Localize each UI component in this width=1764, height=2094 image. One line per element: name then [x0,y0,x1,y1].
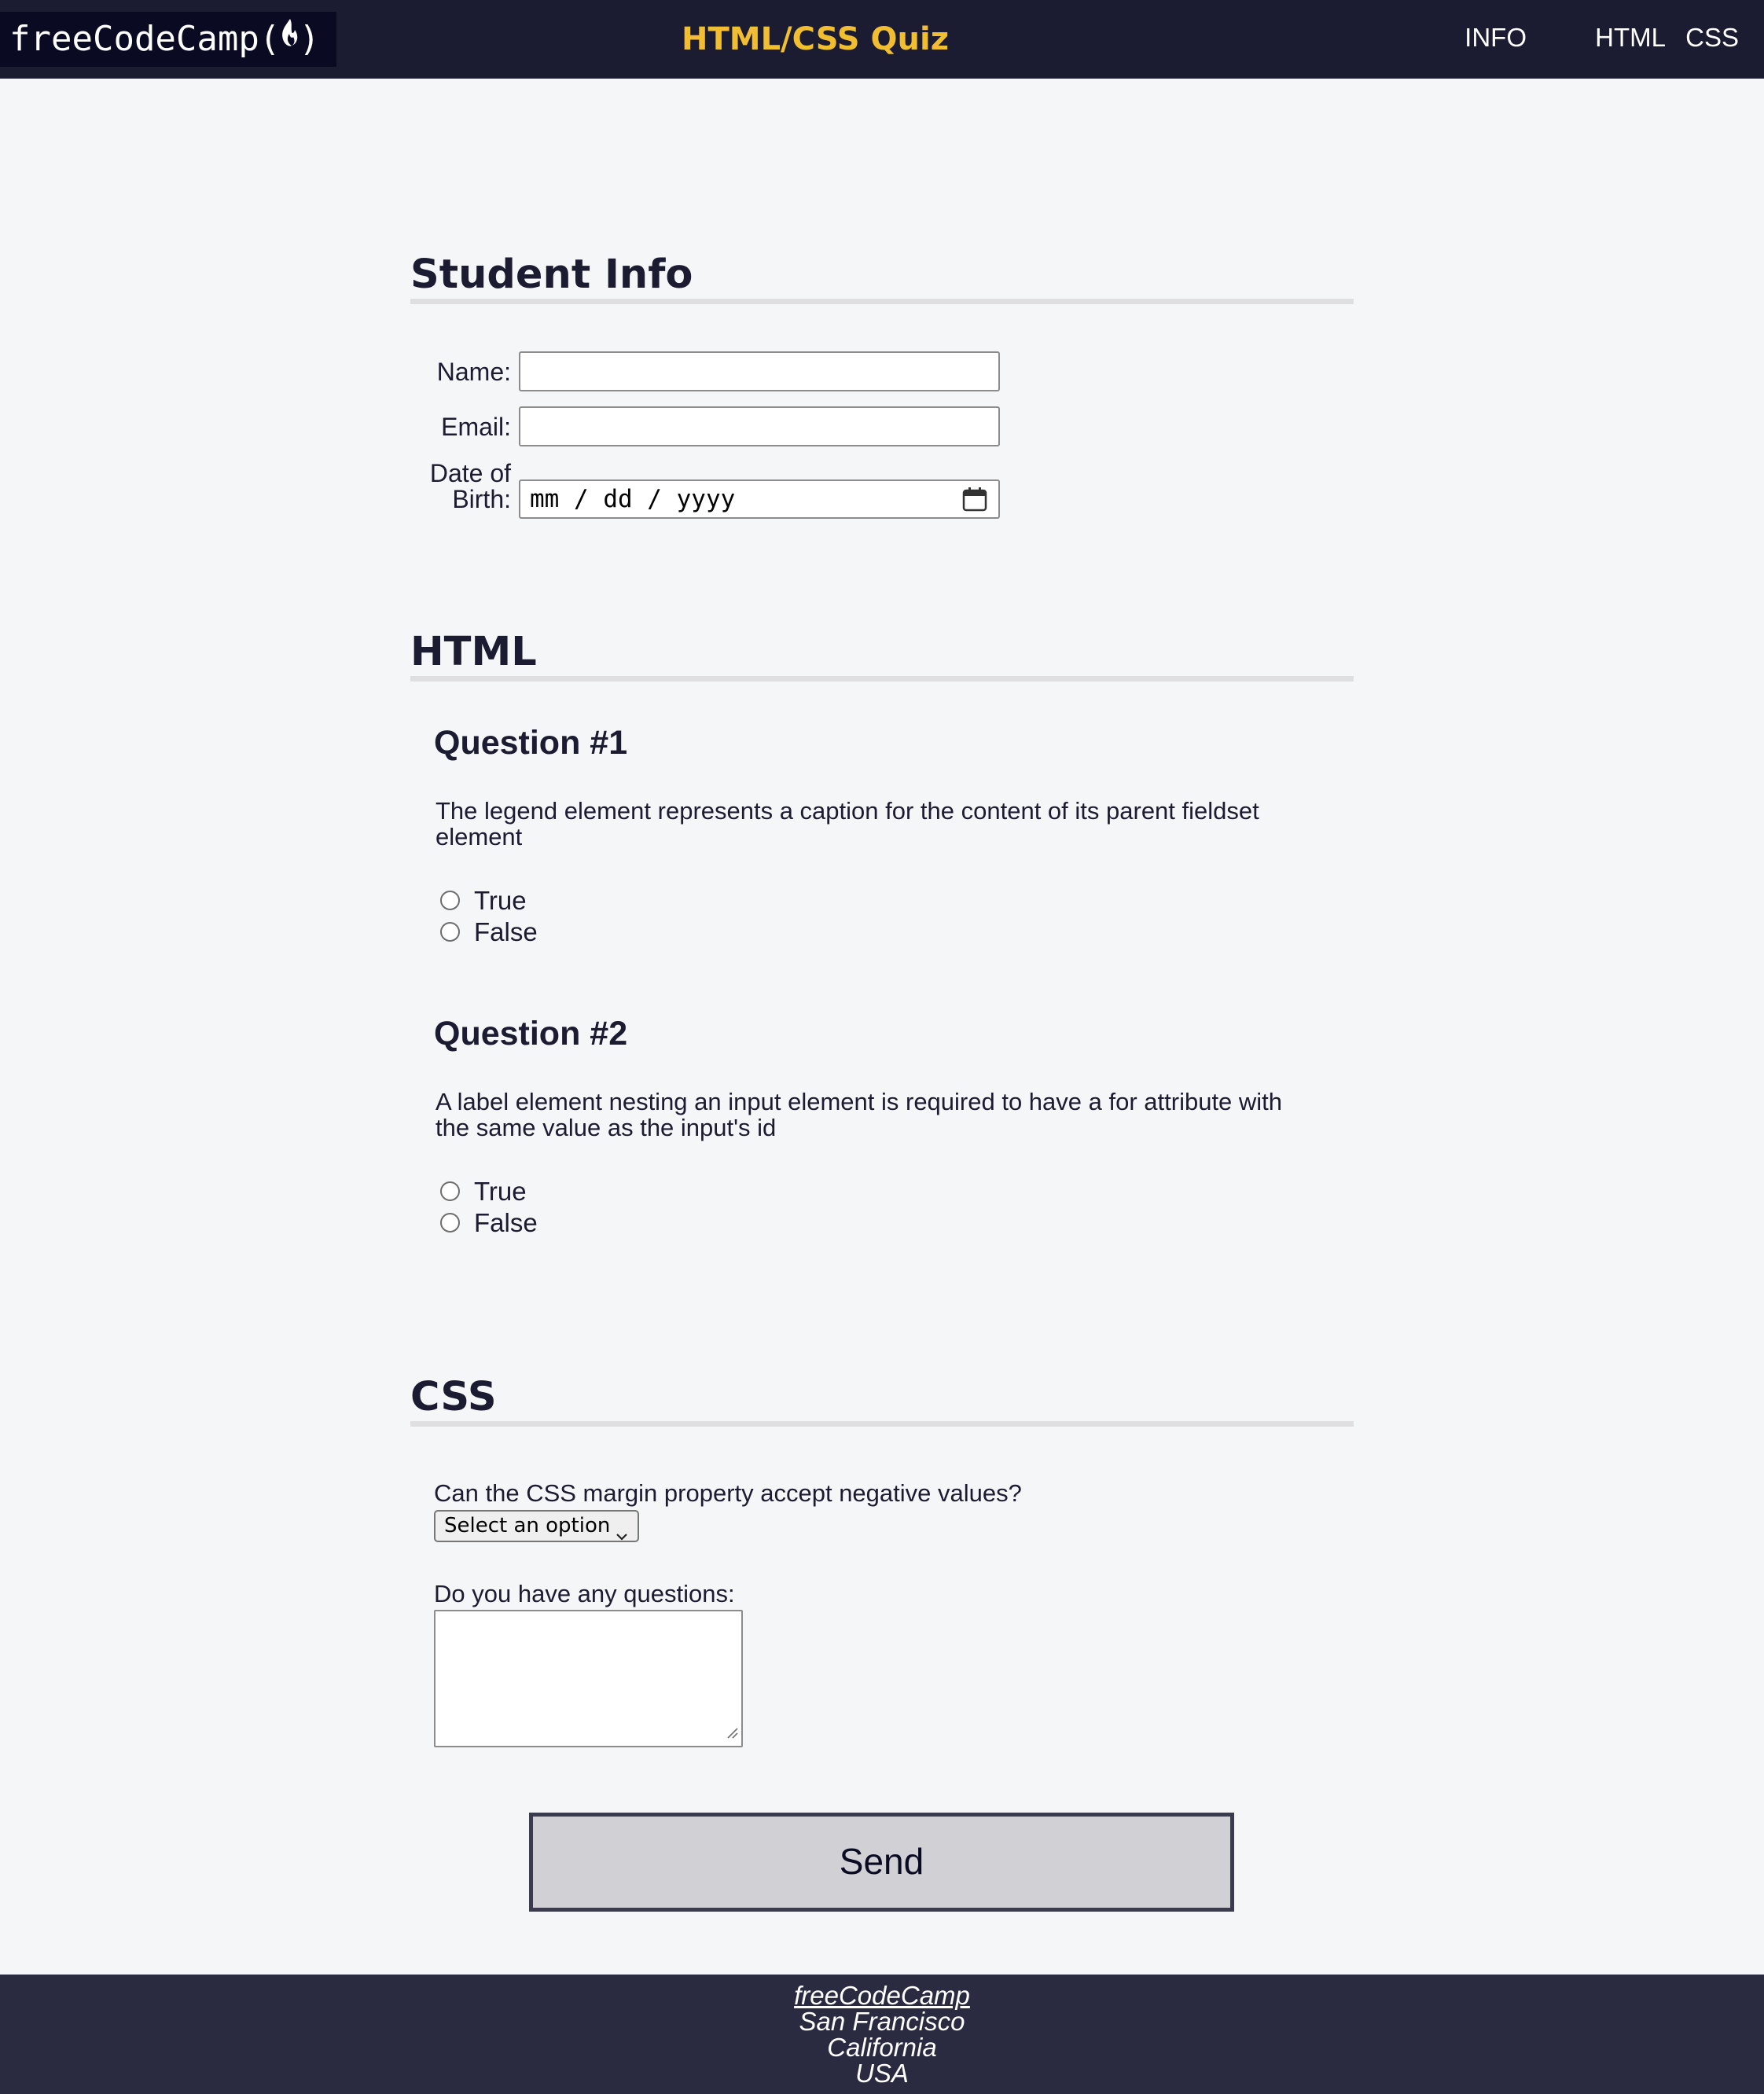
footer-country: USA [855,2059,909,2088]
footer-state: California [827,2033,937,2062]
page-title: HTML/CSS Quiz [682,21,949,57]
name-input[interactable] [519,351,1000,391]
email-input[interactable] [519,406,1000,446]
questions-textarea-label: Do you have any questions: [434,1580,735,1607]
footer-freecodecamp-link[interactable]: freeCodeCamp [794,1981,970,2010]
css-select-question: Can the CSS margin property accept negat… [434,1479,1022,1507]
dob-label-line1: Date of [429,459,511,487]
question-1-text-line2: element [435,823,523,850]
student-info-heading: Student Info [410,252,1354,304]
name-label: Name: [436,358,511,386]
question-2-text-line1: A label element nesting an input element… [435,1088,1283,1115]
question-1-text-line1: The legend element represents a caption … [435,797,1259,825]
select-value: Select an option [444,1514,611,1537]
resize-grip-icon[interactable] [725,1725,739,1743]
radio-label: False [474,1208,538,1237]
footer: freeCodeCamp San Francisco California US… [0,1975,1764,2094]
email-label: Email: [441,413,511,441]
radio-button[interactable] [440,1213,460,1233]
radio-label: True [474,886,527,915]
radio-label: False [474,917,538,946]
top-navbar: freeCodeCamp() HTML/CSS Quiz INFO HTML C… [0,0,1764,79]
dob-date-input[interactable]: mm / dd / yyyy [519,479,1000,519]
question-2-title: Question #2 [434,1015,628,1053]
radio-button[interactable] [440,922,460,942]
footer-city: San Francisco [799,2007,965,2036]
questions-textarea[interactable] [434,1610,743,1747]
css-margin-select[interactable]: Select an option [434,1510,639,1542]
nav-link-css[interactable]: CSS [1685,0,1739,75]
question-2-text-line2: the same value as the input's id [435,1114,777,1141]
radio-button[interactable] [440,891,460,910]
calendar-icon[interactable] [962,487,987,516]
dob-placeholder: mm / dd / yyyy [530,485,736,513]
css-heading: CSS [410,1374,1354,1427]
question-1-title: Question #1 [434,724,628,762]
radio-button[interactable] [440,1181,460,1201]
question-1-text: The legend element represents a caption … [435,798,1332,850]
dob-label-line2: Birth: [452,485,511,513]
dob-label: Date of Birth: [410,461,511,512]
send-button[interactable]: Send [529,1813,1234,1912]
nav-link-info[interactable]: INFO [1464,0,1527,75]
radio-label: True [474,1177,527,1206]
html-heading: HTML [410,629,1354,681]
chevron-down-icon [616,1521,628,1550]
nav-link-html[interactable]: HTML [1595,0,1666,75]
question-2-text: A label element nesting an input element… [435,1089,1347,1141]
